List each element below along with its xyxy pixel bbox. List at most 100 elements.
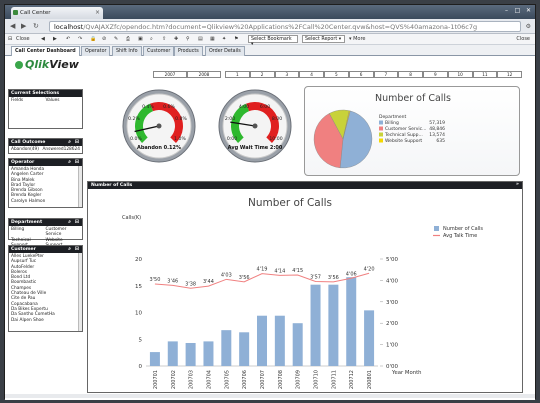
- report-select[interactable]: Select Report ▾: [302, 35, 345, 43]
- month-selector: 1 2 3 4 5 6 7 8 9 10 11 12: [225, 71, 522, 78]
- pie-legend-value: 13,574: [429, 132, 445, 138]
- search-icon[interactable]: ⌕: [150, 36, 153, 42]
- url-path: /QvAJAXZfc/opendoc.htm?document=Qlikview…: [83, 23, 478, 31]
- reload-icon[interactable]: ↻: [33, 22, 39, 30]
- address-bar: ◀ ▶ ↻ localhost/QvAJAXZfc/opendoc.htm?do…: [5, 19, 535, 34]
- url-field[interactable]: localhost/QvAJAXZfc/opendoc.htm?document…: [49, 21, 521, 32]
- month-9[interactable]: 9: [423, 71, 448, 78]
- forward-selection-icon[interactable]: ▶: [53, 36, 57, 42]
- pie-legend-swatch: [379, 138, 383, 143]
- search-minimize-icons[interactable]: ⌕ ⊟: [68, 246, 80, 252]
- bar[interactable]: [239, 332, 250, 366]
- year-selector: 2007 2008: [153, 71, 221, 78]
- y-tick-label: 10: [135, 311, 142, 317]
- wrench-icon[interactable]: ⚙: [526, 23, 531, 30]
- bookmark-select[interactable]: Select Bookmark ▾: [248, 35, 298, 47]
- bar[interactable]: [203, 341, 214, 366]
- bar[interactable]: [257, 315, 267, 366]
- call-outcome-values[interactable]: Abandon (49) Answered 128624: [9, 146, 82, 153]
- tab-customer[interactable]: Customer: [143, 46, 175, 56]
- pie-legend-label[interactable]: Customer Servic...: [385, 126, 426, 132]
- close-window-button[interactable]: ✕: [524, 7, 533, 15]
- bookmark-icon[interactable]: ⚑: [234, 36, 238, 42]
- close-tab-icon[interactable]: ×: [95, 9, 100, 16]
- call-outcome-title: Call Outcome: [11, 140, 46, 145]
- bar[interactable]: [364, 310, 375, 366]
- copy-icon[interactable]: ▣: [138, 36, 143, 42]
- chart-icon[interactable]: ▤: [198, 36, 203, 42]
- print-icon[interactable]: ⎙: [126, 36, 130, 42]
- year-2007[interactable]: 2007: [153, 71, 187, 78]
- export-icon[interactable]: ⇪: [162, 36, 166, 42]
- bar[interactable]: [328, 284, 339, 366]
- maximize-button[interactable]: □: [513, 7, 522, 15]
- lock-icon[interactable]: 🔒: [90, 36, 96, 42]
- tab-shift-info[interactable]: Shift Info: [112, 46, 142, 56]
- back-icon[interactable]: ◀: [10, 22, 15, 30]
- bar[interactable]: [185, 342, 196, 366]
- table-icon[interactable]: ▦: [210, 36, 215, 42]
- department-item[interactable]: Billing: [11, 227, 46, 238]
- more-button[interactable]: ▾ More: [349, 36, 366, 42]
- month-3[interactable]: 3: [274, 71, 300, 78]
- settings-icon[interactable]: ✦: [222, 36, 226, 42]
- pie-legend-label[interactable]: Billing: [385, 120, 399, 126]
- toolbar-close-right[interactable]: Close: [516, 36, 530, 42]
- bar[interactable]: [274, 315, 285, 366]
- forward-icon[interactable]: ▶: [21, 22, 26, 30]
- customer-scrollbar[interactable]: [78, 253, 82, 331]
- close-doc-icon[interactable]: ⊟: [8, 36, 12, 42]
- bar[interactable]: [167, 341, 178, 366]
- tab-order-details[interactable]: Order Details: [205, 46, 245, 56]
- abandon-label[interactable]: Abandon: [11, 147, 30, 152]
- x-tick-label: 200712: [349, 370, 355, 389]
- undo-icon[interactable]: ↶: [66, 36, 70, 42]
- month-8[interactable]: 8: [398, 71, 423, 78]
- legend-label[interactable]: Avg Talk Time: [443, 233, 477, 239]
- tab-operator[interactable]: Operator: [81, 46, 111, 56]
- bar[interactable]: [310, 284, 321, 366]
- back-selection-icon[interactable]: ◀: [41, 36, 45, 42]
- clear-icon[interactable]: ✎: [114, 36, 118, 42]
- month-10[interactable]: 10: [447, 71, 473, 78]
- pie-legend-label[interactable]: Technical Supp...: [384, 132, 423, 138]
- department-item[interactable]: Customer Service: [46, 227, 81, 238]
- tab-products[interactable]: Products: [174, 46, 203, 56]
- pie-legend-label[interactable]: Website Support: [385, 138, 422, 144]
- search-minimize-icons[interactable]: ⌕ ⊟: [68, 159, 80, 165]
- month-11[interactable]: 11: [472, 71, 498, 78]
- bar[interactable]: [149, 352, 160, 366]
- answered-label[interactable]: Answered: [42, 147, 63, 152]
- minimize-button[interactable]: –: [502, 7, 511, 15]
- line-data-label: 3'38: [185, 281, 196, 287]
- search-minimize-icons[interactable]: ⌕ ⊟: [68, 139, 80, 145]
- line-data-label: 4'15: [292, 268, 303, 274]
- chart-menu-icon[interactable]: »: [516, 182, 519, 187]
- bar[interactable]: [221, 330, 232, 366]
- operator-scrollbar[interactable]: [78, 166, 82, 207]
- unlock-icon[interactable]: ⊘: [102, 36, 106, 42]
- month-12[interactable]: 12: [497, 71, 522, 78]
- current-selections-title-text: Current Selections: [11, 91, 60, 96]
- pin-icon[interactable]: ⚲: [186, 36, 190, 42]
- month-4[interactable]: 4: [299, 71, 324, 78]
- month-7[interactable]: 7: [373, 71, 399, 78]
- toolbar-close[interactable]: Close: [16, 36, 30, 42]
- legend-label[interactable]: Number of Calls: [443, 226, 483, 232]
- month-6[interactable]: 6: [348, 71, 374, 78]
- bar[interactable]: [292, 323, 303, 366]
- line-data-label: 3'57: [310, 274, 321, 280]
- browser-tab[interactable]: Call Center ×: [11, 7, 103, 19]
- gauge-tick-label: 6:00: [260, 104, 270, 110]
- month-5[interactable]: 5: [324, 71, 349, 78]
- search-minimize-icons[interactable]: ⌕ ⊟: [68, 219, 80, 225]
- month-1[interactable]: 1: [225, 71, 250, 78]
- month-2[interactable]: 2: [249, 71, 275, 78]
- operator-item[interactable]: Carolyn Halmon: [11, 199, 80, 204]
- chart-title: Number of Calls: [248, 197, 332, 209]
- redo-icon[interactable]: ↷: [78, 36, 82, 42]
- bar[interactable]: [346, 277, 357, 366]
- year-2008[interactable]: 2008: [187, 71, 221, 78]
- customer-item[interactable]: Dai Alpen Shoe: [11, 318, 80, 323]
- add-icon[interactable]: ✚: [174, 36, 178, 42]
